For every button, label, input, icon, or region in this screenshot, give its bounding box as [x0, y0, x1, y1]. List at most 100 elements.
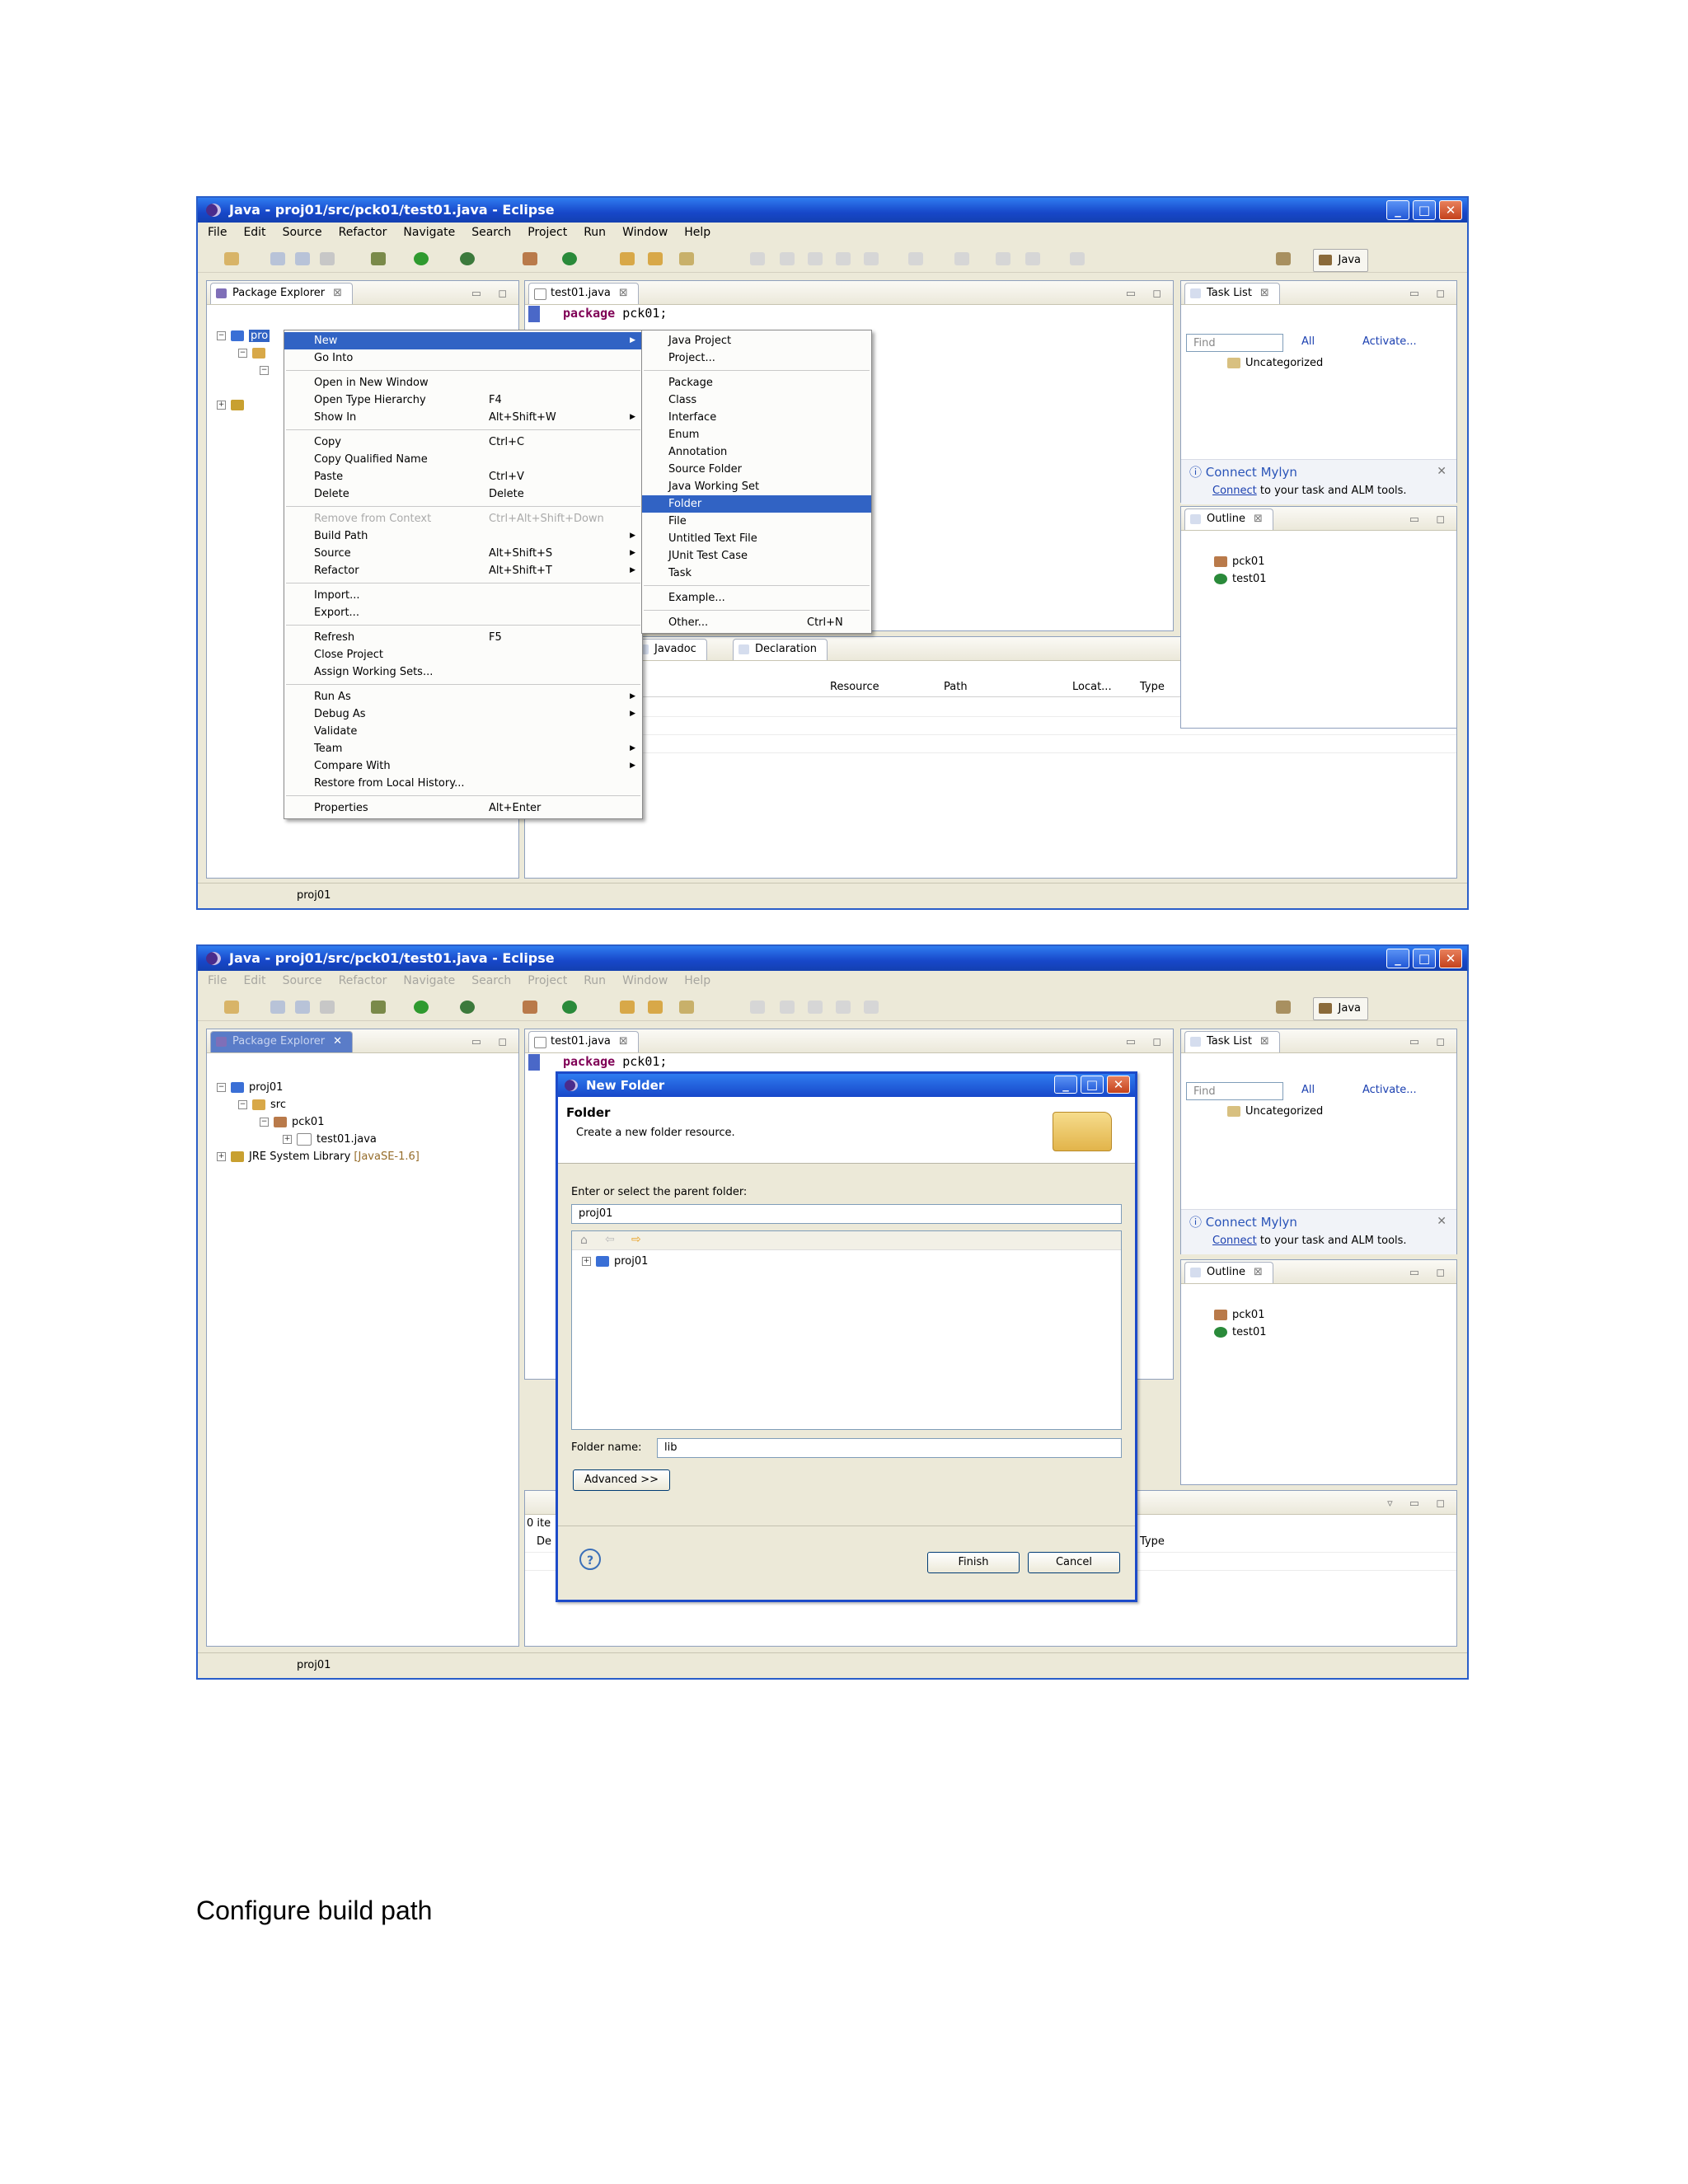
tree-row-package[interactable]: − pck01 — [217, 1113, 420, 1131]
close-icon[interactable]: ⊠ — [1260, 287, 1269, 299]
open-type-icon[interactable] — [620, 252, 635, 265]
help-icon[interactable]: ? — [579, 1549, 601, 1570]
menu-source[interactable]: Source — [283, 223, 322, 242]
menu-item-interface[interactable]: Interface — [642, 409, 871, 426]
editor-code-line[interactable]: package pck01; — [563, 306, 667, 321]
menu-item-paste[interactable]: Paste Ctrl+V — [284, 468, 642, 485]
tree-row-src[interactable]: − — [217, 344, 274, 362]
menu-item-source[interactable]: Source Alt+Shift+S ▶ — [284, 545, 642, 562]
column-type[interactable]: Type — [1140, 678, 1165, 696]
menu-file[interactable]: File — [208, 971, 227, 991]
menu-item-open-type-hierarchy[interactable]: Open Type Hierarchy F4 — [284, 391, 642, 409]
menu-item-package[interactable]: Package — [642, 374, 871, 391]
dialog-close-button[interactable]: ✕ — [1107, 1076, 1130, 1094]
task-activate[interactable]: Activate... — [1362, 335, 1417, 348]
tree-row-project[interactable]: − pro — [217, 327, 274, 344]
close-icon[interactable]: ✕ — [1437, 465, 1447, 478]
new-class-icon[interactable] — [562, 252, 577, 265]
close-icon[interactable]: ⊠ — [1254, 513, 1263, 525]
pilcrow-icon[interactable] — [864, 252, 879, 265]
menu-item-java-working-set[interactable]: Java Working Set — [642, 478, 871, 495]
editor-code-line[interactable]: package pck01; — [563, 1054, 667, 1069]
task-category[interactable]: Uncategorized — [1227, 357, 1323, 369]
debug-icon[interactable] — [371, 1001, 386, 1014]
close-button[interactable]: ✕ — [1439, 949, 1462, 968]
search-icon[interactable] — [679, 252, 694, 265]
collapse-icon[interactable]: − — [260, 1118, 269, 1127]
outline-item[interactable]: pck01 — [1214, 553, 1267, 570]
maximize-button[interactable]: □ — [1413, 200, 1436, 220]
menu-item-open-in-new-window[interactable]: Open in New Window — [284, 374, 642, 391]
menu-run[interactable]: Run — [584, 223, 606, 242]
open-resource-icon[interactable] — [648, 1001, 663, 1014]
package-explorer-tab[interactable]: Package Explorer ✕ — [210, 1031, 354, 1052]
annotation-icon[interactable] — [750, 1001, 765, 1014]
minimize-maximize-icon[interactable]: ▭ ◻ — [1409, 1031, 1451, 1054]
menu-project[interactable]: Project — [528, 971, 567, 991]
outline-item[interactable]: pck01 — [1214, 1306, 1267, 1324]
menu-run[interactable]: Run — [584, 971, 606, 991]
minimize-maximize-icon[interactable]: ▭ ◻ — [471, 1031, 513, 1054]
close-button[interactable]: ✕ — [1439, 200, 1462, 220]
menu-item-refactor[interactable]: Refactor Alt+Shift+T ▶ — [284, 562, 642, 579]
new-wizard-icon[interactable] — [224, 252, 239, 265]
menu-edit[interactable]: Edit — [243, 223, 265, 242]
editor-tab[interactable]: test01.java ⊠ — [528, 1031, 639, 1052]
expand-icon[interactable]: + — [582, 1257, 591, 1266]
external-tools-icon[interactable] — [460, 1001, 475, 1014]
task-category[interactable]: Uncategorized — [1227, 1105, 1323, 1118]
task-list-tab[interactable]: Task List ⊠ — [1184, 1031, 1280, 1052]
annotation-icon[interactable] — [750, 252, 765, 265]
column-path[interactable]: Path — [944, 678, 968, 696]
run-icon[interactable] — [414, 1001, 429, 1014]
tree-row-project[interactable]: − proj01 — [217, 1079, 420, 1096]
whitespace-icon[interactable] — [808, 1001, 823, 1014]
close-icon[interactable]: ⊠ — [619, 287, 628, 299]
menu-source[interactable]: Source — [283, 971, 322, 991]
menu-window[interactable]: Window — [622, 223, 668, 242]
print-icon[interactable] — [320, 1001, 335, 1014]
editor-tab[interactable]: test01.java ⊠ — [528, 283, 639, 304]
highlight-icon[interactable] — [780, 252, 795, 265]
task-activate[interactable]: Activate... — [1362, 1084, 1417, 1096]
minimize-maximize-icon[interactable]: ▭ ◻ — [1126, 283, 1168, 306]
declaration-tab[interactable]: Declaration — [733, 639, 828, 660]
expand-icon[interactable]: + — [217, 1152, 226, 1161]
minimize-maximize-icon[interactable]: ▭ ◻ — [471, 283, 513, 306]
minimize-maximize-icon[interactable]: ▭ ◻ — [1409, 1262, 1451, 1285]
menu-navigate[interactable]: Navigate — [403, 971, 455, 991]
menu-item-run-as[interactable]: Run As ▶ — [284, 688, 642, 705]
menu-help[interactable]: Help — [684, 971, 710, 991]
external-tools-icon[interactable] — [460, 252, 475, 265]
prev-annotation-icon[interactable] — [954, 252, 969, 265]
expand-icon[interactable]: + — [283, 1135, 292, 1144]
whitespace-icon[interactable] — [808, 252, 823, 265]
menu-item-close-project[interactable]: Close Project — [284, 646, 642, 663]
menu-edit[interactable]: Edit — [243, 971, 265, 991]
menu-item-copy[interactable]: Copy Ctrl+C — [284, 434, 642, 451]
open-type-icon[interactable] — [620, 1001, 635, 1014]
task-filter-all[interactable]: All — [1301, 1084, 1315, 1096]
menu-item-untitled-text-file[interactable]: Untitled Text File — [642, 530, 871, 547]
javadoc-tab[interactable]: Javadoc — [632, 639, 707, 660]
column-resource[interactable]: Resource — [830, 678, 879, 696]
close-icon[interactable]: ⊠ — [619, 1035, 628, 1047]
run-icon[interactable] — [414, 252, 429, 265]
new-class-icon[interactable] — [562, 1001, 577, 1014]
minimize-button[interactable]: _ — [1386, 949, 1409, 968]
menu-refactor[interactable]: Refactor — [339, 223, 387, 242]
minimize-maximize-icon[interactable]: ▭ ◻ — [1409, 283, 1451, 306]
save-icon[interactable] — [270, 1001, 285, 1014]
menu-item-project[interactable]: Project... — [642, 349, 871, 367]
task-find-input[interactable]: Find — [1186, 334, 1283, 352]
menu-item-file[interactable]: File — [642, 513, 871, 530]
menu-refactor[interactable]: Refactor — [339, 971, 387, 991]
maximize-button[interactable]: □ — [1413, 949, 1436, 968]
menu-window[interactable]: Window — [622, 971, 668, 991]
minimize-maximize-icon[interactable]: ▭ ◻ — [1409, 509, 1451, 532]
open-perspective-icon[interactable] — [1276, 252, 1291, 265]
menu-item-debug-as[interactable]: Debug As ▶ — [284, 705, 642, 723]
close-icon[interactable]: ✕ — [333, 1035, 342, 1047]
menu-help[interactable]: Help — [684, 223, 710, 242]
finish-button[interactable]: Finish — [927, 1552, 1020, 1573]
